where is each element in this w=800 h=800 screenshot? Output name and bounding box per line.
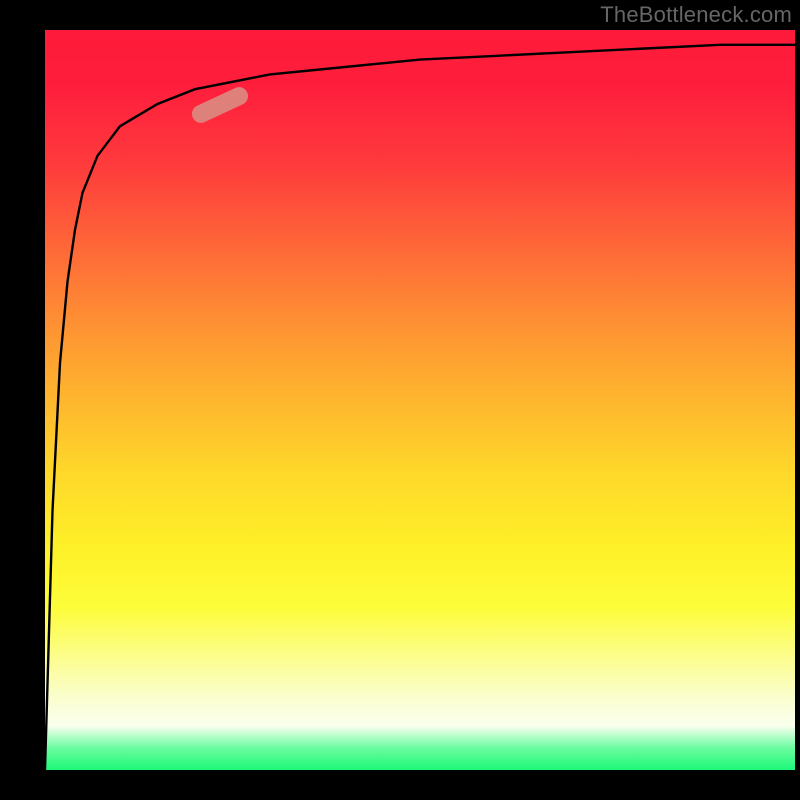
- chart-curve: [45, 30, 795, 770]
- watermark-text: TheBottleneck.com: [600, 2, 792, 28]
